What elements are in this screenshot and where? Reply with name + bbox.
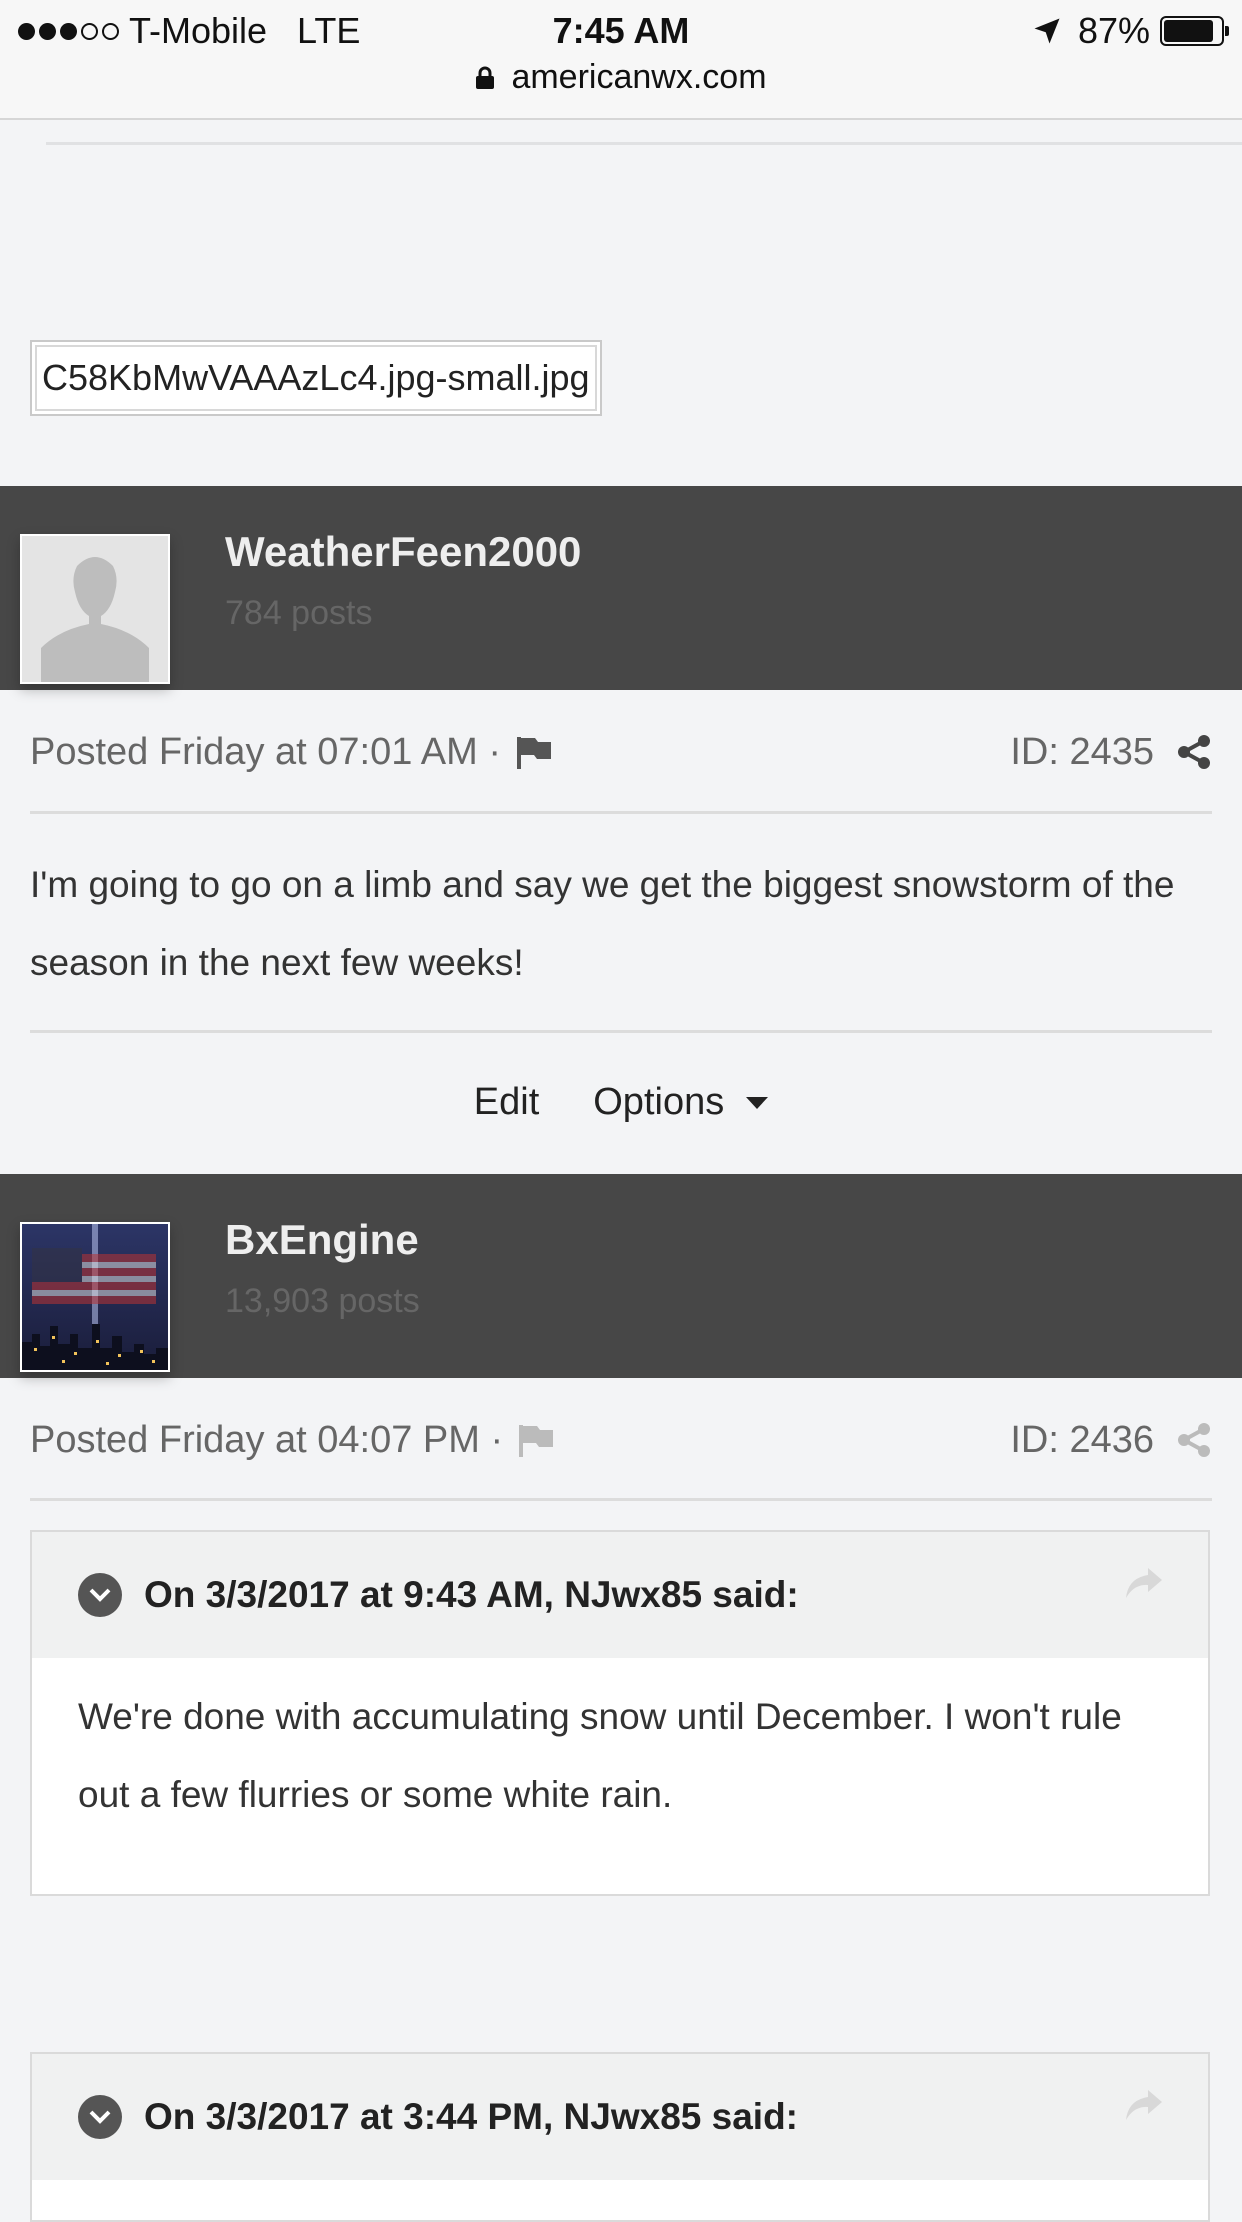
attachment-link[interactable]: C58KbMwVAAAzLc4.jpg-small.jpg <box>30 340 602 416</box>
post-date[interactable]: Posted Friday at 04:07 PM · <box>30 1419 503 1462</box>
divider <box>46 142 1242 145</box>
post-actions: Edit Options <box>0 1074 1242 1130</box>
battery-icon <box>1160 16 1229 46</box>
address-bar[interactable]: americanwx.com <box>0 58 1242 97</box>
url-text: americanwx.com <box>511 58 767 96</box>
quote-citation: On 3/3/2017 at 3:44 PM, NJwx85 said: <box>144 2096 798 2137</box>
attachment-filename: C58KbMwVAAAzLc4.jpg-small.jpg <box>42 357 590 398</box>
post-body: I'm going to go on a limb and say we get… <box>30 864 1175 983</box>
reply-icon[interactable] <box>1124 2088 1164 2122</box>
post-id: ID: 2435 <box>1010 730 1154 773</box>
chevron-down-icon <box>89 2110 111 2124</box>
avatar[interactable] <box>20 1222 170 1372</box>
quote-header: On 3/3/2017 at 3:44 PM, NJwx85 said: <box>32 2054 1208 2180</box>
chevron-down-icon <box>746 1097 769 1110</box>
post-meta: Posted Friday at 07:01 AM · ID: 2435 <box>30 722 1212 782</box>
post-author-bar: WeatherFeen2000 784 posts <box>0 486 1242 690</box>
divider <box>30 1498 1212 1501</box>
reply-icon[interactable] <box>1124 1566 1164 1600</box>
share-icon[interactable] <box>1176 1422 1212 1458</box>
quote-block: On 3/3/2017 at 3:44 PM, NJwx85 said: <box>30 2052 1210 2222</box>
author-post-count: 13,903 posts <box>225 1282 420 1320</box>
quote-header: On 3/3/2017 at 9:43 AM, NJwx85 said: <box>32 1532 1208 1658</box>
quote-text: We're done with accumulating snow until … <box>78 1696 1122 1815</box>
avatar[interactable] <box>20 534 170 684</box>
lock-icon <box>476 66 495 89</box>
chevron-down-icon <box>89 1588 111 1602</box>
quote-block: On 3/3/2017 at 9:43 AM, NJwx85 said: We'… <box>30 1530 1210 1896</box>
collapse-toggle[interactable] <box>78 1573 122 1617</box>
divider <box>30 1030 1212 1033</box>
divider <box>30 811 1212 814</box>
status-bar: T-Mobile LTE 7:45 AM 87% americanwx.com <box>0 0 1242 120</box>
flag-icon[interactable] <box>517 1423 555 1457</box>
collapse-toggle[interactable] <box>78 2095 122 2139</box>
post-date[interactable]: Posted Friday at 07:01 AM · <box>30 731 501 774</box>
options-label: Options <box>593 1080 725 1123</box>
flag-icon[interactable] <box>515 735 553 769</box>
post-author-bar: BxEngine 13,903 posts <box>0 1174 1242 1378</box>
battery-percent: 87% <box>1077 10 1150 51</box>
options-button[interactable]: Options <box>593 1080 769 1124</box>
default-avatar-icon <box>22 536 168 682</box>
author-name[interactable]: BxEngine <box>225 1216 419 1264</box>
quote-citation: On 3/3/2017 at 9:43 AM, NJwx85 said: <box>144 1574 799 1615</box>
post-id: ID: 2436 <box>1010 1418 1154 1461</box>
flag-skyline-avatar-image <box>22 1224 168 1370</box>
author-post-count: 784 posts <box>225 594 373 632</box>
edit-button[interactable]: Edit <box>474 1081 539 1124</box>
status-right: 87% <box>1032 10 1229 52</box>
share-icon[interactable] <box>1176 734 1212 770</box>
author-name[interactable]: WeatherFeen2000 <box>225 528 581 576</box>
post-meta: Posted Friday at 04:07 PM · ID: 2436 <box>30 1410 1212 1470</box>
location-arrow-icon <box>1034 18 1060 44</box>
